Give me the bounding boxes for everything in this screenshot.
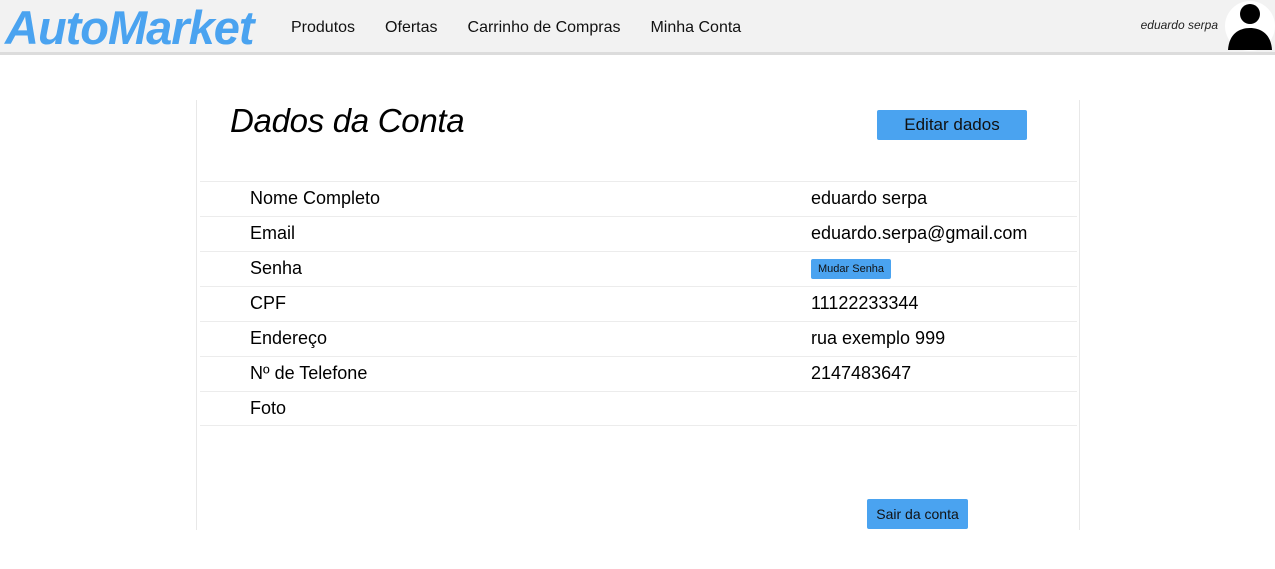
row-label: CPF — [250, 293, 286, 313]
row-label: Nº de Telefone — [250, 363, 368, 383]
table-row: Foto — [200, 391, 1077, 426]
site-logo[interactable]: AutoMarket — [5, 2, 255, 54]
table-row: CPF 11122233344 — [200, 286, 1077, 321]
row-value: eduardo.serpa@gmail.com — [811, 223, 1028, 243]
account-panel: Dados da Conta Editar dados Nome Complet… — [196, 100, 1080, 530]
user-name: eduardo serpa — [1140, 18, 1218, 32]
row-label: Nome Completo — [250, 188, 381, 208]
top-navbar: AutoMarket Produtos Ofertas Carrinho de … — [0, 0, 1275, 55]
table-row: Email eduardo.serpa@gmail.com — [200, 216, 1077, 251]
table-row: Nº de Telefone 2147483647 — [200, 356, 1077, 391]
nav-link-produtos[interactable]: Produtos — [291, 19, 355, 37]
table-row: Senha Mudar Senha — [200, 251, 1077, 286]
nav-link-minha-conta[interactable]: Minha Conta — [650, 19, 741, 37]
row-value: 2147483647 — [811, 363, 912, 383]
row-label: Endereço — [250, 328, 328, 348]
row-label: Senha — [250, 258, 303, 278]
logout-button[interactable]: Sair da conta — [867, 499, 968, 529]
row-label: Email — [250, 223, 296, 243]
row-label: Foto — [250, 398, 287, 418]
row-value: eduardo serpa — [811, 188, 928, 208]
main-nav: Produtos Ofertas Carrinho de Compras Min… — [291, 0, 771, 55]
change-password-button[interactable]: Mudar Senha — [811, 259, 892, 279]
page-title: Dados da Conta — [230, 102, 465, 139]
account-details-table: Nome Completo eduardo serpa Email eduard… — [200, 181, 1077, 426]
row-value: rua exemplo 999 — [811, 328, 946, 348]
table-row: Endereço rua exemplo 999 — [200, 321, 1077, 356]
table-row: Nome Completo eduardo serpa — [200, 181, 1077, 216]
nav-link-carrinho[interactable]: Carrinho de Compras — [468, 19, 621, 37]
nav-link-ofertas[interactable]: Ofertas — [385, 19, 437, 37]
row-value: 11122233344 — [811, 293, 919, 313]
user-silhouette-icon[interactable] — [1225, 0, 1275, 52]
edit-data-button[interactable]: Editar dados — [877, 110, 1027, 140]
